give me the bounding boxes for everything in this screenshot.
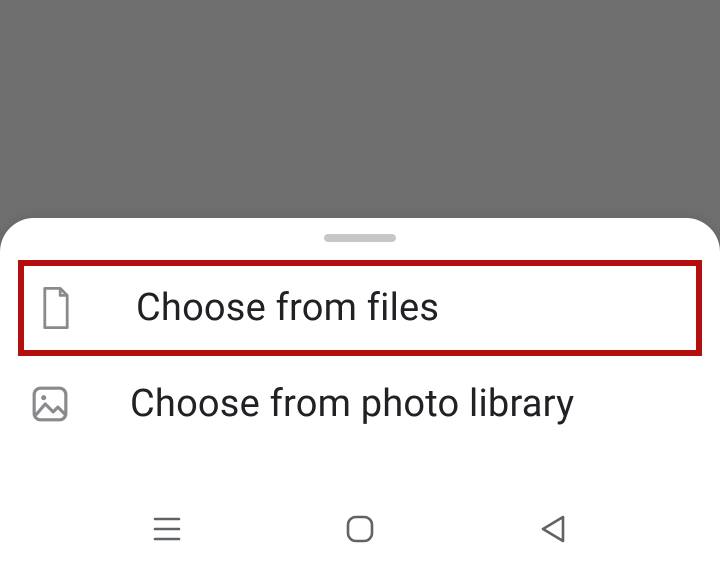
drag-handle[interactable]: [324, 234, 396, 242]
choose-from-files-row[interactable]: Choose from files: [18, 260, 702, 356]
option-label: Choose from files: [136, 286, 439, 330]
option-label: Choose from photo library: [130, 382, 574, 426]
bottom-sheet: Choose from files Choose from photo libr…: [0, 218, 720, 568]
options-list: Choose from files Choose from photo libr…: [0, 260, 720, 452]
home-button[interactable]: [337, 506, 383, 552]
recents-button[interactable]: [144, 506, 190, 552]
image-icon: [30, 385, 70, 423]
file-icon: [36, 287, 76, 329]
screen-backdrop: Choose from files Choose from photo libr…: [0, 0, 720, 568]
system-nav-bar: [0, 490, 720, 568]
choose-from-photo-library-row[interactable]: Choose from photo library: [18, 356, 702, 452]
back-button[interactable]: [530, 506, 576, 552]
